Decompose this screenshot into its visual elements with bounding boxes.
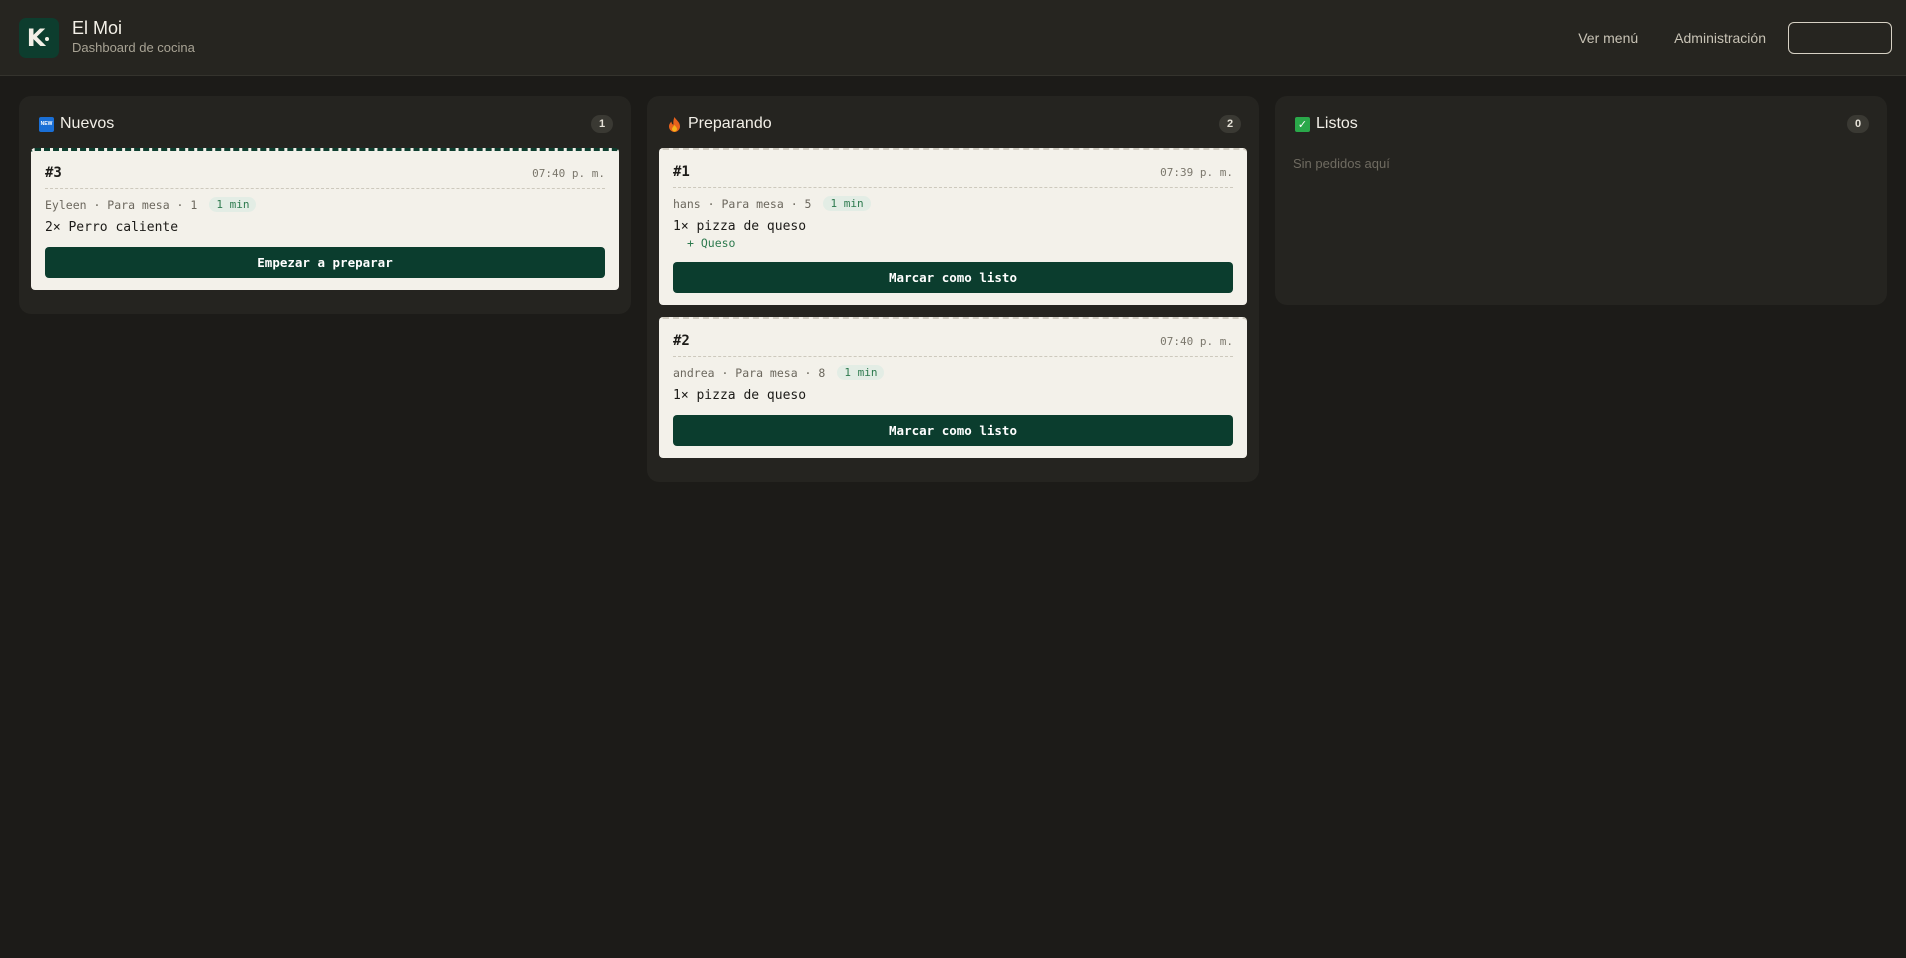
check-icon: ✓ xyxy=(1295,116,1310,132)
column-preparando: Preparando 2 #1 07:39 p. m. hans · Para … xyxy=(647,96,1259,482)
header-outline-button[interactable] xyxy=(1788,21,1892,54)
wait-time-badge: 1 min xyxy=(209,197,257,212)
mark-ready-button[interactable]: Marcar como listo xyxy=(673,415,1233,446)
order-meta: Eyleen · Para mesa · 1 1 min xyxy=(45,197,605,212)
fire-icon xyxy=(667,116,682,132)
logo-dot xyxy=(45,36,49,41)
mark-ready-button[interactable]: Marcar como listo xyxy=(673,262,1233,293)
order-meta-text: hans · Para mesa · 5 xyxy=(673,196,812,211)
column-title: Preparando xyxy=(667,115,772,133)
order-number: #2 xyxy=(673,333,690,349)
order-item: 1× pizza de queso xyxy=(673,219,807,234)
order-number: #1 xyxy=(673,164,690,180)
column-nuevos: NEW Nuevos 1 #3 07:40 p. m. Eyleen · Par… xyxy=(19,96,631,314)
order-card: #3 07:40 p. m. Eyleen · Para mesa · 1 1 … xyxy=(31,148,619,290)
column-title: NEW Nuevos xyxy=(39,115,114,133)
item-extra: + Queso xyxy=(687,236,736,250)
logo-letter: K xyxy=(26,23,46,52)
order-number: #3 xyxy=(45,165,62,181)
column-header: NEW Nuevos 1 xyxy=(31,114,619,134)
count-badge: 2 xyxy=(1219,115,1241,133)
count-badge: 0 xyxy=(1847,115,1869,133)
top-bar: K El Moi Dashboard de cocina Ver menú Ad… xyxy=(0,0,1906,76)
brand-text: El Moi Dashboard de cocina xyxy=(72,18,195,57)
wait-time-badge: 1 min xyxy=(823,196,871,211)
order-header: #1 07:39 p. m. xyxy=(673,164,1233,188)
column-title: ✓ Listos xyxy=(1295,115,1358,133)
column-header: ✓ Listos 0 xyxy=(1287,114,1875,134)
app-subtitle: Dashboard de cocina xyxy=(72,40,195,55)
count-badge: 1 xyxy=(591,115,613,133)
order-header: #3 07:40 p. m. xyxy=(45,165,605,189)
column-title-text: Nuevos xyxy=(60,115,115,132)
order-time: 07:40 p. m. xyxy=(532,166,605,180)
column-title-text: Listos xyxy=(1316,115,1358,132)
order-meta-text: Eyleen · Para mesa · 1 xyxy=(45,197,198,212)
brand: K El Moi Dashboard de cocina xyxy=(19,17,195,58)
order-header: #2 07:40 p. m. xyxy=(673,333,1233,357)
app-title: El Moi xyxy=(72,18,123,38)
column-title-text: Preparando xyxy=(688,115,772,132)
top-nav: Ver menú Administración xyxy=(1578,21,1892,54)
order-meta: andrea · Para mesa · 8 1 min xyxy=(673,365,1233,380)
wait-time-badge: 1 min xyxy=(837,365,885,380)
order-item: 1× pizza de queso xyxy=(673,388,807,403)
view-menu-link[interactable]: Ver menú xyxy=(1578,30,1638,46)
order-time: 07:40 p. m. xyxy=(1160,334,1233,348)
empty-state: Sin pedidos aquí xyxy=(1293,156,1390,171)
order-time: 07:39 p. m. xyxy=(1160,165,1233,179)
admin-link[interactable]: Administración xyxy=(1674,30,1766,46)
new-icon: NEW xyxy=(39,116,54,132)
column-header: Preparando 2 xyxy=(659,114,1247,134)
order-meta: hans · Para mesa · 5 1 min xyxy=(673,196,1233,211)
kitchen-board: NEW Nuevos 1 #3 07:40 p. m. Eyleen · Par… xyxy=(0,76,1906,502)
start-preparing-button[interactable]: Empezar a preparar xyxy=(45,247,605,278)
logo: K xyxy=(19,17,59,58)
column-listos: ✓ Listos 0 Sin pedidos aquí xyxy=(1275,96,1887,305)
order-meta-text: andrea · Para mesa · 8 xyxy=(673,365,826,380)
order-card: #1 07:39 p. m. hans · Para mesa · 5 1 mi… xyxy=(659,148,1247,305)
order-card: #2 07:40 p. m. andrea · Para mesa · 8 1 … xyxy=(659,317,1247,458)
order-item: 2× Perro caliente xyxy=(45,220,179,235)
